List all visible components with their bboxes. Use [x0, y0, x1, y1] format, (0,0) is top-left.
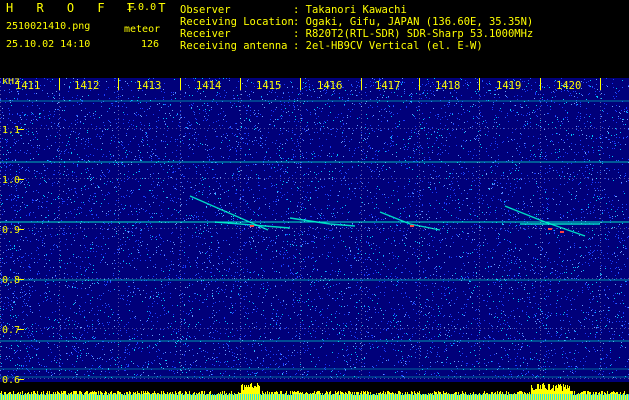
info-key-receiver: Receiver — [180, 28, 231, 40]
y-tick-label: 1.0 — [2, 175, 20, 186]
level-bars-cyan — [0, 394, 629, 400]
capture-datetime: 25.10.02 14:10 — [6, 39, 91, 50]
x-tick-label: 1418 — [435, 80, 460, 92]
x-tick-label: 1417 — [375, 80, 400, 92]
info-key-location: Receiving Location — [180, 16, 294, 28]
y-tick-label: 0.9 — [2, 225, 20, 236]
meteor-core — [250, 225, 254, 227]
y-tick-label: 1.1 — [2, 125, 20, 136]
app-version: 1.0.0 — [126, 2, 157, 13]
x-tick-label: 1412 — [74, 80, 99, 92]
signal-level-bar — [0, 382, 629, 400]
x-tick-label: 1419 — [496, 80, 521, 92]
x-tick-label: 1420 — [556, 80, 581, 92]
y-tick-label: 0.8 — [2, 275, 20, 286]
header-panel: H R O F F T 1.0.0 2510021410.png 25.10.0… — [0, 0, 629, 78]
file-name: 2510021410.png — [6, 21, 91, 32]
info-antenna: : 2el-HB9CV Vertical (el. E-W) — [293, 40, 483, 52]
y-tick-label: 0.7 — [2, 325, 20, 336]
info-key-observer: Observer — [180, 4, 231, 16]
info-key-antenna: Receiving antenna — [180, 40, 288, 52]
x-tick-label: 1416 — [317, 80, 342, 92]
x-tick-label: 1415 — [256, 80, 281, 92]
meteor-label: meteor — [124, 24, 161, 35]
info-observer: : Takanori Kawachi — [293, 4, 407, 16]
x-tick-label: 1411 — [15, 80, 40, 92]
spectrogram: kHz 1411 1412 1413 1414 1415 1416 1417 1418 1419… — [0, 78, 629, 400]
meteor-count: 126 — [141, 39, 160, 50]
meteor-core — [410, 225, 414, 227]
info-location: : Ogaki, Gifu, JAPAN (136.60E, 35.35N) — [293, 16, 534, 28]
x-tick-label: 1414 — [196, 80, 221, 92]
info-receiver: : R820T2(RTL-SDR) SDR-Sharp 53.1000MHz — [293, 28, 534, 40]
x-tick-label: 1413 — [136, 80, 161, 92]
meteor-core — [560, 231, 564, 233]
y-tick-label: 0.6 — [2, 375, 20, 386]
